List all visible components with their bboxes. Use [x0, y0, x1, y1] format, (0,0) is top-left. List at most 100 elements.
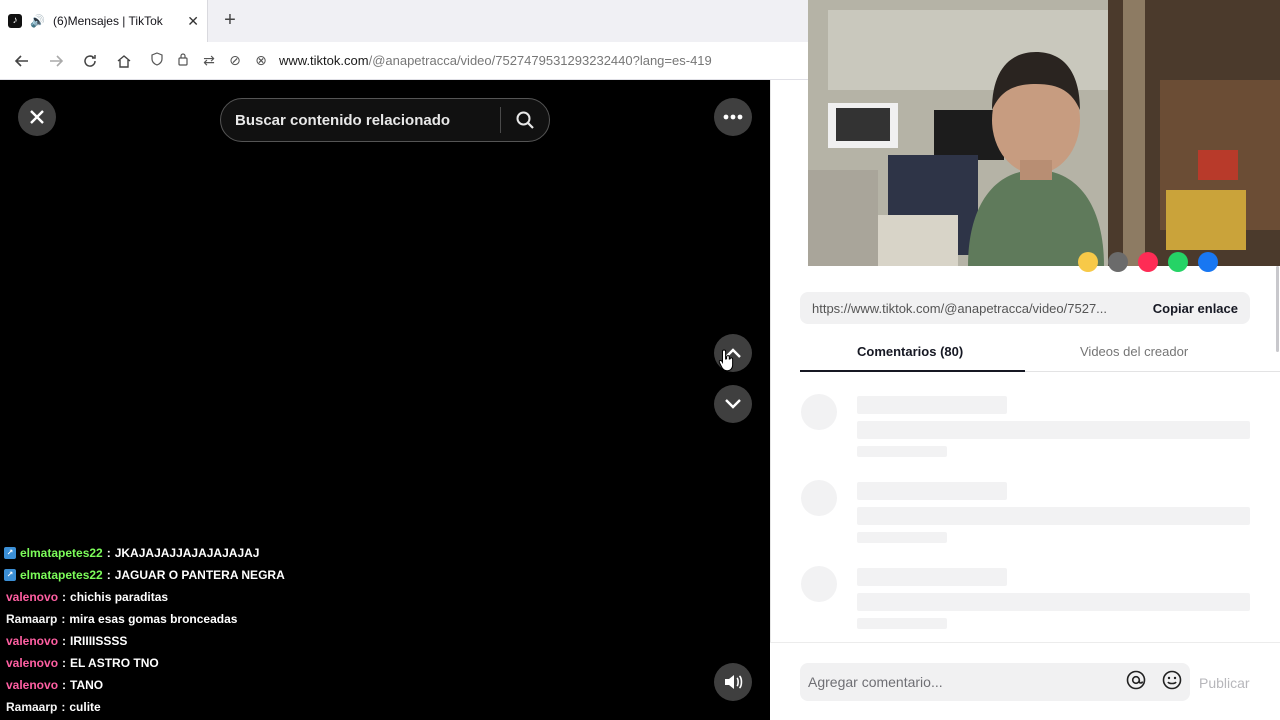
share-option-icon[interactable] — [1198, 252, 1218, 272]
url-text[interactable]: www.tiktok.com/@anapetracca/video/752747… — [279, 53, 712, 68]
share-link-box: https://www.tiktok.com/@anapetracca/vide… — [800, 292, 1250, 324]
tab-creator-videos[interactable]: Videos del creador — [1080, 344, 1188, 359]
chat-username[interactable]: Ramaarp — [6, 612, 57, 626]
tab-title: (6)Mensajes | TikTok — [52, 14, 163, 28]
moderator-badge-icon: ↗ — [4, 569, 16, 581]
chat-separator: : — [61, 612, 66, 626]
publish-button[interactable]: Publicar — [1199, 675, 1250, 691]
skeleton-line — [857, 593, 1250, 611]
skeleton-avatar — [801, 394, 837, 430]
chat-username[interactable]: valenovo — [6, 656, 58, 670]
skeleton-line — [857, 396, 1007, 414]
back-button[interactable] — [5, 46, 39, 76]
webcam-overlay — [808, 0, 1280, 266]
chat-message: valenovo: chichis paraditas — [4, 586, 504, 608]
skeleton-line — [857, 482, 1007, 500]
skeleton-line — [857, 421, 1250, 439]
skeleton-avatar — [801, 480, 837, 516]
chat-username[interactable]: Ramaarp — [6, 700, 57, 714]
chat-message: Ramaarp: culite — [4, 696, 504, 718]
camera-blocked-icon[interactable]: ⊘ — [227, 52, 243, 69]
share-option-icon[interactable] — [1108, 252, 1128, 272]
mention-icon[interactable] — [1118, 670, 1154, 695]
address-bar[interactable]: ⇄ ⊘ ⊗ www.tiktok.com/@anapetracca/video/… — [149, 52, 712, 69]
share-option-icon[interactable] — [1168, 252, 1188, 272]
chat-text: chichis paraditas — [70, 590, 169, 604]
chat-username[interactable]: valenovo — [6, 590, 58, 604]
home-button[interactable] — [107, 46, 141, 76]
search-icon[interactable] — [501, 110, 549, 130]
comment-placeholder: Agregar comentario... — [808, 674, 943, 690]
browser-nav-bar: ⇄ ⊘ ⊗ www.tiktok.com/@anapetracca/video/… — [0, 42, 808, 80]
skeleton-line — [857, 507, 1250, 525]
chat-text: JAGUAR O PANTERA NEGRA — [114, 568, 285, 582]
chat-text: IRIIIISSSS — [70, 634, 128, 648]
chat-separator: : — [62, 656, 67, 670]
browser-tab-bar: ♪ 🔊 (6)Mensajes | TikTok ✕ + — [0, 0, 808, 42]
chat-text: EL ASTRO TNO — [70, 656, 159, 670]
video-player[interactable]: Buscar contenido relacionado ↗ elmatapete… — [0, 80, 770, 720]
skeleton-avatar — [801, 566, 837, 602]
chat-text: TANO — [70, 678, 104, 692]
skeleton-line — [857, 446, 947, 457]
chat-message: valenovo: EL ASTRO TNO — [4, 652, 504, 674]
chat-separator: : — [62, 590, 67, 604]
close-tab-icon[interactable]: ✕ — [187, 13, 199, 30]
chat-username[interactable]: elmatapetes22 — [20, 568, 103, 582]
emoji-icon[interactable] — [1154, 670, 1190, 695]
chat-username[interactable]: valenovo — [6, 634, 58, 648]
copy-link-button[interactable]: Copiar enlace — [1153, 301, 1238, 316]
chat-text: culite — [69, 700, 101, 714]
forward-button[interactable] — [39, 46, 73, 76]
share-link-text[interactable]: https://www.tiktok.com/@anapetracca/vide… — [812, 301, 1143, 316]
chat-message: valenovo: IRIIIISSSS — [4, 630, 504, 652]
speaker-icon — [725, 675, 743, 689]
chat-message: ↗ elmatapetes22: JAGUAR O PANTERA NEGRA — [4, 564, 504, 586]
comment-input[interactable]: Agregar comentario... — [800, 663, 1190, 701]
speaker-tab-icon[interactable]: 🔊 — [30, 14, 45, 28]
comment-composer: Agregar comentario... Publicar — [770, 642, 1280, 720]
chat-username[interactable]: valenovo — [6, 678, 58, 692]
skeleton-line — [857, 568, 1007, 586]
comments-tabs: Comentarios (80) Videos del creador — [800, 336, 1280, 372]
chat-separator: : — [62, 634, 67, 648]
panel-scrollbar[interactable] — [1276, 266, 1279, 352]
tab-comments[interactable]: Comentarios (80) — [857, 344, 963, 359]
chat-message: ↗ elmatapetes22: JKAJAJAJJAJAJAJAJAJ — [4, 542, 504, 564]
skeleton-line — [857, 618, 947, 629]
chat-separator: : — [106, 568, 111, 582]
more-options-button[interactable] — [714, 98, 752, 136]
chat-separator: : — [61, 700, 66, 714]
new-tab-button[interactable]: + — [220, 9, 240, 31]
shield-icon[interactable] — [149, 52, 165, 69]
chat-text: mira esas gomas bronceadas — [69, 612, 238, 626]
moderator-badge-icon: ↗ — [4, 547, 16, 559]
share-option-icon[interactable] — [1138, 252, 1158, 272]
related-search-input[interactable]: Buscar contenido relacionado — [220, 98, 550, 142]
close-icon — [30, 110, 44, 124]
share-icons-row — [1078, 252, 1218, 272]
chat-message: Ramaarp: mira esas gomas bronceadas — [4, 608, 504, 630]
lock-icon[interactable] — [175, 52, 191, 69]
chat-text: JKAJAJAJJAJAJAJAJAJ — [114, 546, 260, 560]
reload-button[interactable] — [73, 46, 107, 76]
tiktok-favicon-icon: ♪ — [8, 14, 22, 28]
chat-username[interactable]: elmatapetes22 — [20, 546, 103, 560]
chevron-down-icon — [725, 399, 741, 409]
chat-separator: : — [106, 546, 111, 560]
hand-cursor-icon — [718, 349, 734, 372]
chat-message: valenovo: TANO — [4, 674, 504, 696]
autoplay-blocked-icon[interactable]: ⊗ — [253, 52, 269, 69]
close-video-button[interactable] — [18, 98, 56, 136]
next-video-button[interactable] — [714, 385, 752, 423]
active-tab-indicator — [800, 370, 1025, 372]
volume-button[interactable] — [714, 663, 752, 701]
permissions-icon[interactable]: ⇄ — [201, 52, 217, 69]
search-placeholder: Buscar contenido relacionado — [235, 111, 451, 129]
skeleton-line — [857, 532, 947, 543]
ellipsis-icon — [723, 114, 743, 120]
chat-separator: : — [62, 678, 67, 692]
share-option-icon[interactable] — [1078, 252, 1098, 272]
browser-tab[interactable]: ♪ 🔊 (6)Mensajes | TikTok ✕ — [0, 0, 208, 42]
live-chat-overlay: ↗ elmatapetes22: JKAJAJAJJAJAJAJAJAJ ↗ elmat… — [4, 542, 504, 718]
